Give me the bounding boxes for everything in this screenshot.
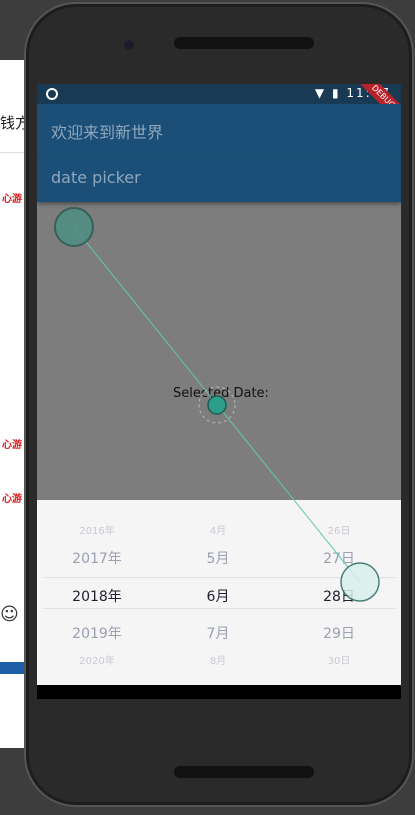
day-option[interactable]: 30日 (284, 652, 394, 667)
year-option[interactable]: 2020年 (42, 652, 152, 667)
battery-icon: ▮ (331, 86, 341, 100)
year-option-selected[interactable]: 2018年 (42, 586, 152, 606)
year-option[interactable]: 2016年 (42, 522, 152, 537)
month-option[interactable]: 5月 (163, 548, 273, 568)
month-option[interactable]: 7月 (163, 623, 273, 643)
page-title: date picker (51, 168, 141, 187)
day-option[interactable]: 26日 (284, 522, 394, 537)
emoji-icon: ☺ (0, 604, 19, 625)
month-option[interactable]: 8月 (163, 652, 273, 667)
year-option[interactable]: 2017年 (42, 548, 152, 568)
nav-bar (37, 685, 401, 699)
camera (124, 40, 134, 50)
selected-date-label: Selected Date: (173, 386, 269, 401)
month-option[interactable]: 4月 (163, 522, 273, 537)
desktop: 钱方 心游 心游 心游 ☺ ▼ ▮ 11:17 DEBUG 欢迎来到新世界 da… (0, 0, 415, 815)
speaker-top (174, 37, 314, 49)
app-title-bar: 欢迎来到新世界 (37, 104, 401, 154)
month-option-selected[interactable]: 6月 (163, 586, 273, 606)
app-title: 欢迎来到新世界 (51, 123, 164, 142)
date-picker[interactable]: 2016年 2017年 2018年 2019年 2020年 4月 5月 6月 7… (37, 500, 401, 685)
day-option[interactable]: 27日 (284, 548, 394, 568)
day-option-selected[interactable]: 28日 (284, 586, 394, 606)
speaker-bottom (174, 766, 314, 778)
wifi-icon: ▼ (314, 86, 327, 100)
notification-icon (46, 88, 58, 100)
app-logo: 心游 (2, 194, 22, 205)
phone-screen: ▼ ▮ 11:17 DEBUG 欢迎来到新世界 date picker Sele… (37, 84, 401, 699)
page-toolbar: date picker (37, 154, 401, 202)
year-option[interactable]: 2019年 (42, 623, 152, 643)
app-logo: 心游 (2, 440, 22, 451)
day-option[interactable]: 29日 (284, 623, 394, 643)
app-logo: 心游 (2, 494, 22, 505)
status-bar: ▼ ▮ 11:17 DEBUG (37, 84, 401, 131)
